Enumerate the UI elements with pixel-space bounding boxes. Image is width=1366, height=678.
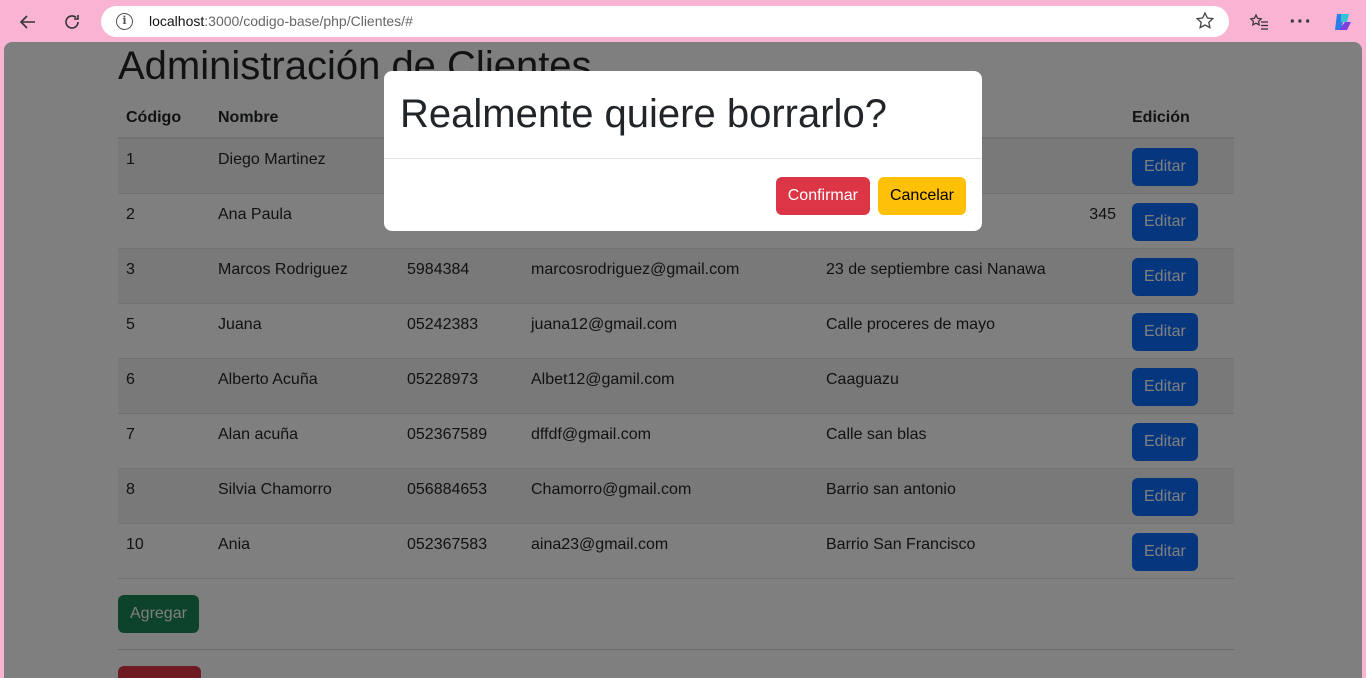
site-info-icon[interactable]: i [116, 13, 133, 30]
browser-toolbar: i localhost:3000/codigo-base/php/Cliente… [0, 0, 1366, 42]
confirm-button[interactable]: Confirmar [775, 177, 870, 215]
bookmark-star-icon[interactable] [1195, 11, 1215, 36]
more-menu-icon[interactable]: ··· [1286, 7, 1316, 37]
favorites-icon[interactable] [1244, 7, 1274, 37]
confirm-delete-modal: Realmente quiere borrarlo? Confirmar Can… [384, 71, 982, 231]
address-url: localhost:3000/codigo-base/php/Clientes/… [149, 13, 413, 29]
back-arrow-icon[interactable] [13, 7, 43, 37]
copilot-icon[interactable] [1328, 7, 1358, 37]
address-bar[interactable]: i localhost:3000/codigo-base/php/Cliente… [101, 6, 1229, 37]
modal-header: Realmente quiere borrarlo? [384, 71, 982, 159]
modal-title: Realmente quiere borrarlo? [400, 92, 887, 136]
page-content: Administración de Clientes Código Nombre… [4, 42, 1362, 678]
reload-icon[interactable] [57, 7, 87, 37]
cancel-button[interactable]: Cancelar [877, 177, 966, 215]
modal-footer: Confirmar Cancelar [775, 177, 966, 215]
